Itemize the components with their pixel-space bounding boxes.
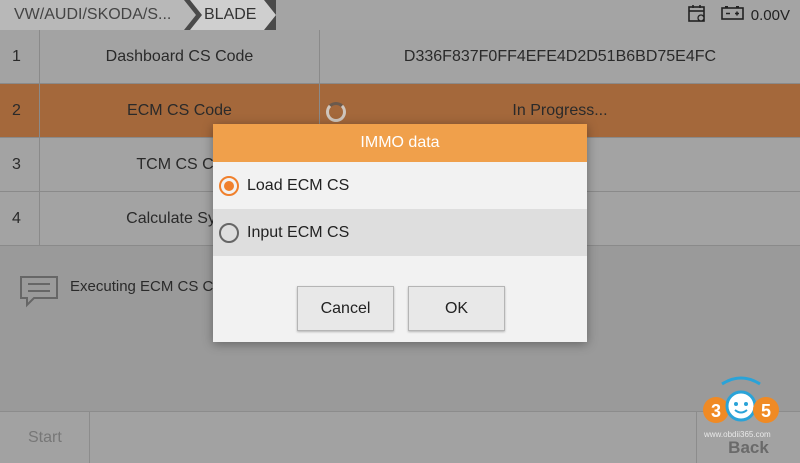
top-bar: VW/AUDI/SKODA/S... BLADE 0.00V xyxy=(0,0,800,30)
radio-unchecked-icon[interactable] xyxy=(219,222,239,243)
watermark-url: www.obdii365.com xyxy=(704,430,771,439)
option-input-ecm-cs[interactable]: Input ECM CS xyxy=(213,209,587,256)
immo-data-dialog: IMMO data Load ECM CS Input ECM CS Cance… xyxy=(213,124,587,342)
voltage-readout: 0.00V xyxy=(750,6,790,24)
row-number: 4 xyxy=(0,192,40,245)
option-label: Load ECM CS xyxy=(247,176,350,194)
option-label: Input ECM CS xyxy=(247,223,350,241)
row-number: 1 xyxy=(0,30,40,83)
start-button[interactable]: Start xyxy=(0,412,90,463)
breadcrumb-vehicle[interactable]: VW/AUDI/SKODA/S... xyxy=(0,0,196,30)
calendar-icon[interactable] xyxy=(687,3,707,27)
row-value: D336F837F0FF4EFE4D2D51B6BD75E4FC xyxy=(403,47,717,65)
row-name: Dashboard CS Code xyxy=(40,30,320,83)
dialog-title: IMMO data xyxy=(213,124,587,162)
svg-text:3: 3 xyxy=(711,401,721,421)
breadcrumb-blade[interactable]: BLADE xyxy=(190,0,276,30)
cancel-button[interactable]: Cancel xyxy=(297,286,394,331)
row-number: 3 xyxy=(0,138,40,191)
row-value: In Progress... xyxy=(512,101,608,119)
message-icon xyxy=(18,274,60,308)
svg-text:5: 5 xyxy=(761,401,771,421)
bottom-bar: Start Back xyxy=(0,411,800,463)
option-load-ecm-cs[interactable]: Load ECM CS xyxy=(213,162,587,209)
loading-spinner-icon xyxy=(326,102,346,122)
ok-button[interactable]: OK xyxy=(408,286,505,331)
table-row[interactable]: 1 Dashboard CS Code D336F837F0FF4EFE4D2D… xyxy=(0,30,800,84)
radio-checked-icon[interactable] xyxy=(219,175,239,196)
screen: VW/AUDI/SKODA/S... BLADE 0.00V 1 Dashboa… xyxy=(0,0,800,463)
row-number: 2 xyxy=(0,84,40,137)
message-text: Executing ECM CS Co xyxy=(70,278,222,295)
battery-icon xyxy=(720,5,745,25)
